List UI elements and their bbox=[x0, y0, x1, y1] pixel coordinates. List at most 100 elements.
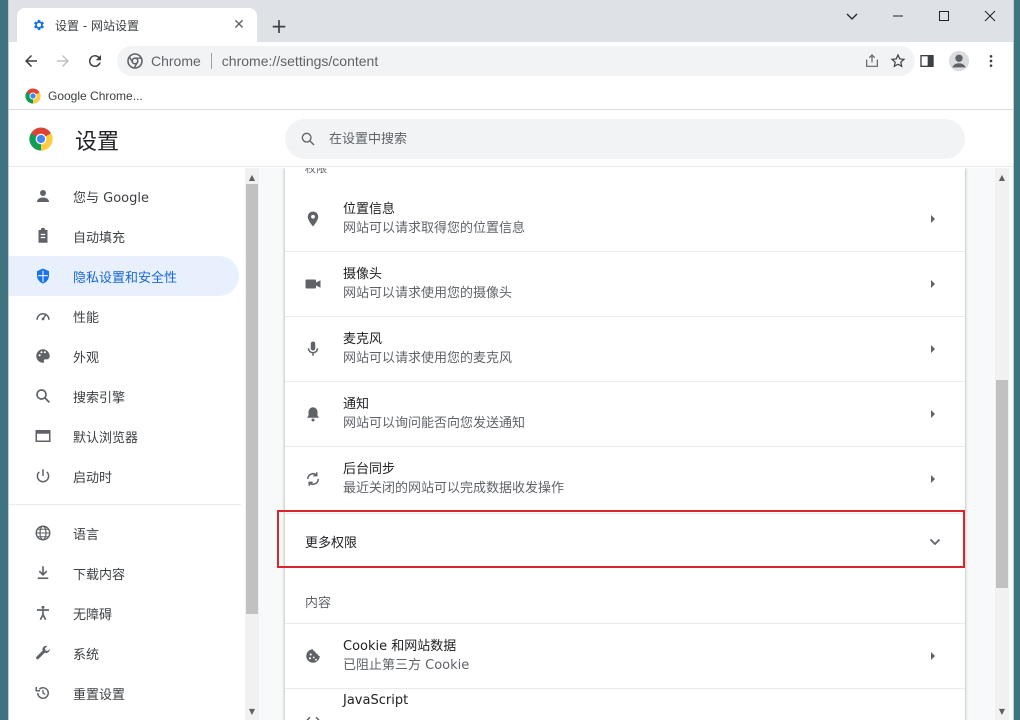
arrow-right-icon bbox=[923, 209, 943, 229]
chrome-logo-icon bbox=[29, 127, 53, 151]
sidebar-item-label: 性能 bbox=[73, 310, 100, 326]
row-subtitle: 网站可以请求使用您的麦克风 bbox=[343, 351, 513, 366]
tab-title: 设置 - 网站设置 bbox=[55, 18, 139, 33]
clipboard-icon bbox=[33, 226, 53, 246]
sidebar-item-label: 无障碍 bbox=[73, 607, 113, 623]
tab-search-chevron-icon[interactable] bbox=[829, 0, 875, 32]
cookie-icon bbox=[303, 646, 323, 666]
sidebar-item-search-engine[interactable]: 搜索引擎 bbox=[9, 376, 239, 416]
site-name: Chrome bbox=[151, 53, 201, 69]
wrench-icon bbox=[33, 643, 53, 663]
desktop-background-right bbox=[1014, 0, 1020, 720]
permission-row-camera[interactable]: 摄像头 网站可以请求使用您的摄像头 bbox=[285, 251, 965, 316]
chevron-down-icon bbox=[925, 532, 945, 552]
download-icon bbox=[33, 563, 53, 583]
sidebar-item-privacy-security[interactable]: 隐私设置和安全性 bbox=[9, 256, 239, 296]
address-bar[interactable]: Chrome chrome://settings/content bbox=[117, 46, 915, 76]
sidebar-item-label: 搜索引擎 bbox=[73, 390, 126, 406]
sidebar-item-label: 自动填充 bbox=[73, 230, 126, 246]
content-row-cookies[interactable]: Cookie 和网站数据 已阻止第三方 Cookie bbox=[285, 623, 965, 688]
search-input[interactable] bbox=[329, 131, 889, 147]
row-subtitle: 网站可以询问能否向您发送通知 bbox=[343, 416, 526, 431]
permissions-section-label: 权限 bbox=[305, 168, 327, 175]
permission-row-microphone[interactable]: 麦克风 网站可以请求使用您的麦克风 bbox=[285, 316, 965, 381]
more-permissions-row[interactable]: 更多权限 bbox=[285, 513, 965, 569]
row-title: 通知 bbox=[343, 397, 370, 412]
row-subtitle: 最近关闭的网站可以完成数据收发操作 bbox=[343, 481, 565, 496]
sidebar-item-downloads[interactable]: 下载内容 bbox=[9, 553, 239, 593]
main-scrollbar-thumb[interactable] bbox=[996, 380, 1008, 588]
arrow-right-icon bbox=[923, 274, 943, 294]
permission-row-notifications[interactable]: 通知 网站可以询问能否向您发送通知 bbox=[285, 381, 965, 446]
side-panel-icon[interactable] bbox=[913, 47, 941, 75]
arrow-right-icon bbox=[923, 339, 943, 359]
sidebar-item-reset[interactable]: 重置设置 bbox=[9, 673, 239, 713]
sidebar-item-on-startup[interactable]: 启动时 bbox=[9, 456, 239, 496]
sidebar-item-autofill[interactable]: 自动填充 bbox=[9, 216, 239, 256]
chrome-icon bbox=[127, 53, 143, 69]
permission-row-background-sync[interactable]: 后台同步 最近关闭的网站可以完成数据收发操作 bbox=[285, 446, 965, 511]
sidebar-item-label: 重置设置 bbox=[73, 687, 126, 703]
share-icon[interactable] bbox=[859, 48, 885, 74]
close-tab-icon[interactable]: ✕ bbox=[231, 17, 247, 33]
content-row-javascript[interactable]: JavaScript bbox=[285, 688, 965, 720]
scroll-down-arrow-icon[interactable]: ▼ bbox=[245, 704, 259, 718]
new-tab-button[interactable]: + bbox=[267, 14, 291, 38]
sidebar-item-label: 系统 bbox=[73, 647, 100, 663]
permission-row-location[interactable]: 位置信息 网站可以请求取得您的位置信息 bbox=[285, 186, 965, 251]
gear-icon bbox=[31, 17, 47, 33]
sidebar-item-performance[interactable]: 性能 bbox=[9, 296, 239, 336]
scroll-up-arrow-icon[interactable]: ▲ bbox=[995, 170, 1009, 184]
bookmark-star-icon[interactable] bbox=[885, 48, 911, 74]
row-title: 摄像头 bbox=[343, 267, 383, 282]
main-scrollbar[interactable]: ▲ ▼ bbox=[995, 168, 1009, 720]
sidebar-item-appearance[interactable]: 外观 bbox=[9, 336, 239, 376]
sidebar-item-label: 语言 bbox=[73, 527, 100, 543]
site-settings-card: 权限 位置信息 网站可以请求取得您的位置信息 摄像头 网站可以请求使用您的摄像头 bbox=[285, 168, 965, 720]
sidebar-item-languages[interactable]: 语言 bbox=[9, 513, 239, 553]
toolbar: Chrome chrome://settings/content bbox=[9, 42, 1013, 80]
back-button[interactable] bbox=[17, 47, 45, 75]
sidebar-scrollbar-thumb[interactable] bbox=[246, 184, 258, 614]
sidebar-item-default-browser[interactable]: 默认浏览器 bbox=[9, 416, 239, 456]
sidebar-item-label: 隐私设置和安全性 bbox=[73, 270, 178, 286]
chrome-logo-icon bbox=[25, 88, 41, 104]
arrow-right-icon bbox=[923, 469, 943, 489]
scroll-down-arrow-icon[interactable]: ▼ bbox=[995, 704, 1009, 718]
accessibility-icon bbox=[33, 603, 53, 623]
forward-button[interactable] bbox=[49, 47, 77, 75]
tab-settings[interactable]: 设置 - 网站设置 ✕ bbox=[17, 8, 257, 42]
page-title: 设置 bbox=[75, 130, 120, 155]
search-icon bbox=[33, 386, 53, 406]
reload-button[interactable] bbox=[81, 47, 109, 75]
row-subtitle: 网站可以请求使用您的摄像头 bbox=[343, 286, 513, 301]
close-window-button[interactable] bbox=[967, 0, 1013, 32]
sidebar-scrollbar[interactable]: ▲ ▼ bbox=[245, 168, 259, 720]
more-menu-icon[interactable] bbox=[977, 47, 1005, 75]
microphone-icon bbox=[303, 339, 323, 359]
search-icon bbox=[299, 130, 317, 148]
reset-icon bbox=[33, 683, 53, 703]
sidebar: 您与 Google 自动填充 隐私设置和安全性 性能 外观 搜索引擎 默认浏览器… bbox=[9, 168, 245, 720]
bookmark-google-chrome[interactable]: Google Chrome... bbox=[21, 85, 147, 107]
sidebar-item-label: 外观 bbox=[73, 350, 100, 366]
settings-search[interactable] bbox=[285, 119, 965, 159]
shield-icon bbox=[33, 266, 53, 286]
row-title: JavaScript bbox=[343, 693, 409, 708]
desktop-background-left bbox=[0, 0, 8, 720]
sidebar-item-you-and-google[interactable]: 您与 Google bbox=[9, 176, 239, 216]
main-panel: 权限 位置信息 网站可以请求取得您的位置信息 摄像头 网站可以请求使用您的摄像头 bbox=[259, 168, 991, 720]
profile-avatar[interactable] bbox=[945, 47, 973, 75]
sidebar-item-accessibility[interactable]: 无障碍 bbox=[9, 593, 239, 633]
power-icon bbox=[33, 466, 53, 486]
row-subtitle: 已阻止第三方 Cookie bbox=[343, 658, 470, 673]
bell-icon bbox=[303, 404, 323, 424]
url-text[interactable]: chrome://settings/content bbox=[222, 53, 859, 69]
maximize-button[interactable] bbox=[921, 0, 967, 32]
scroll-up-arrow-icon[interactable]: ▲ bbox=[245, 170, 259, 184]
globe-icon bbox=[33, 523, 53, 543]
minimize-button[interactable] bbox=[875, 0, 921, 32]
sidebar-item-system[interactable]: 系统 bbox=[9, 633, 239, 673]
speedometer-icon bbox=[33, 306, 53, 326]
more-permissions-label: 更多权限 bbox=[305, 536, 358, 551]
